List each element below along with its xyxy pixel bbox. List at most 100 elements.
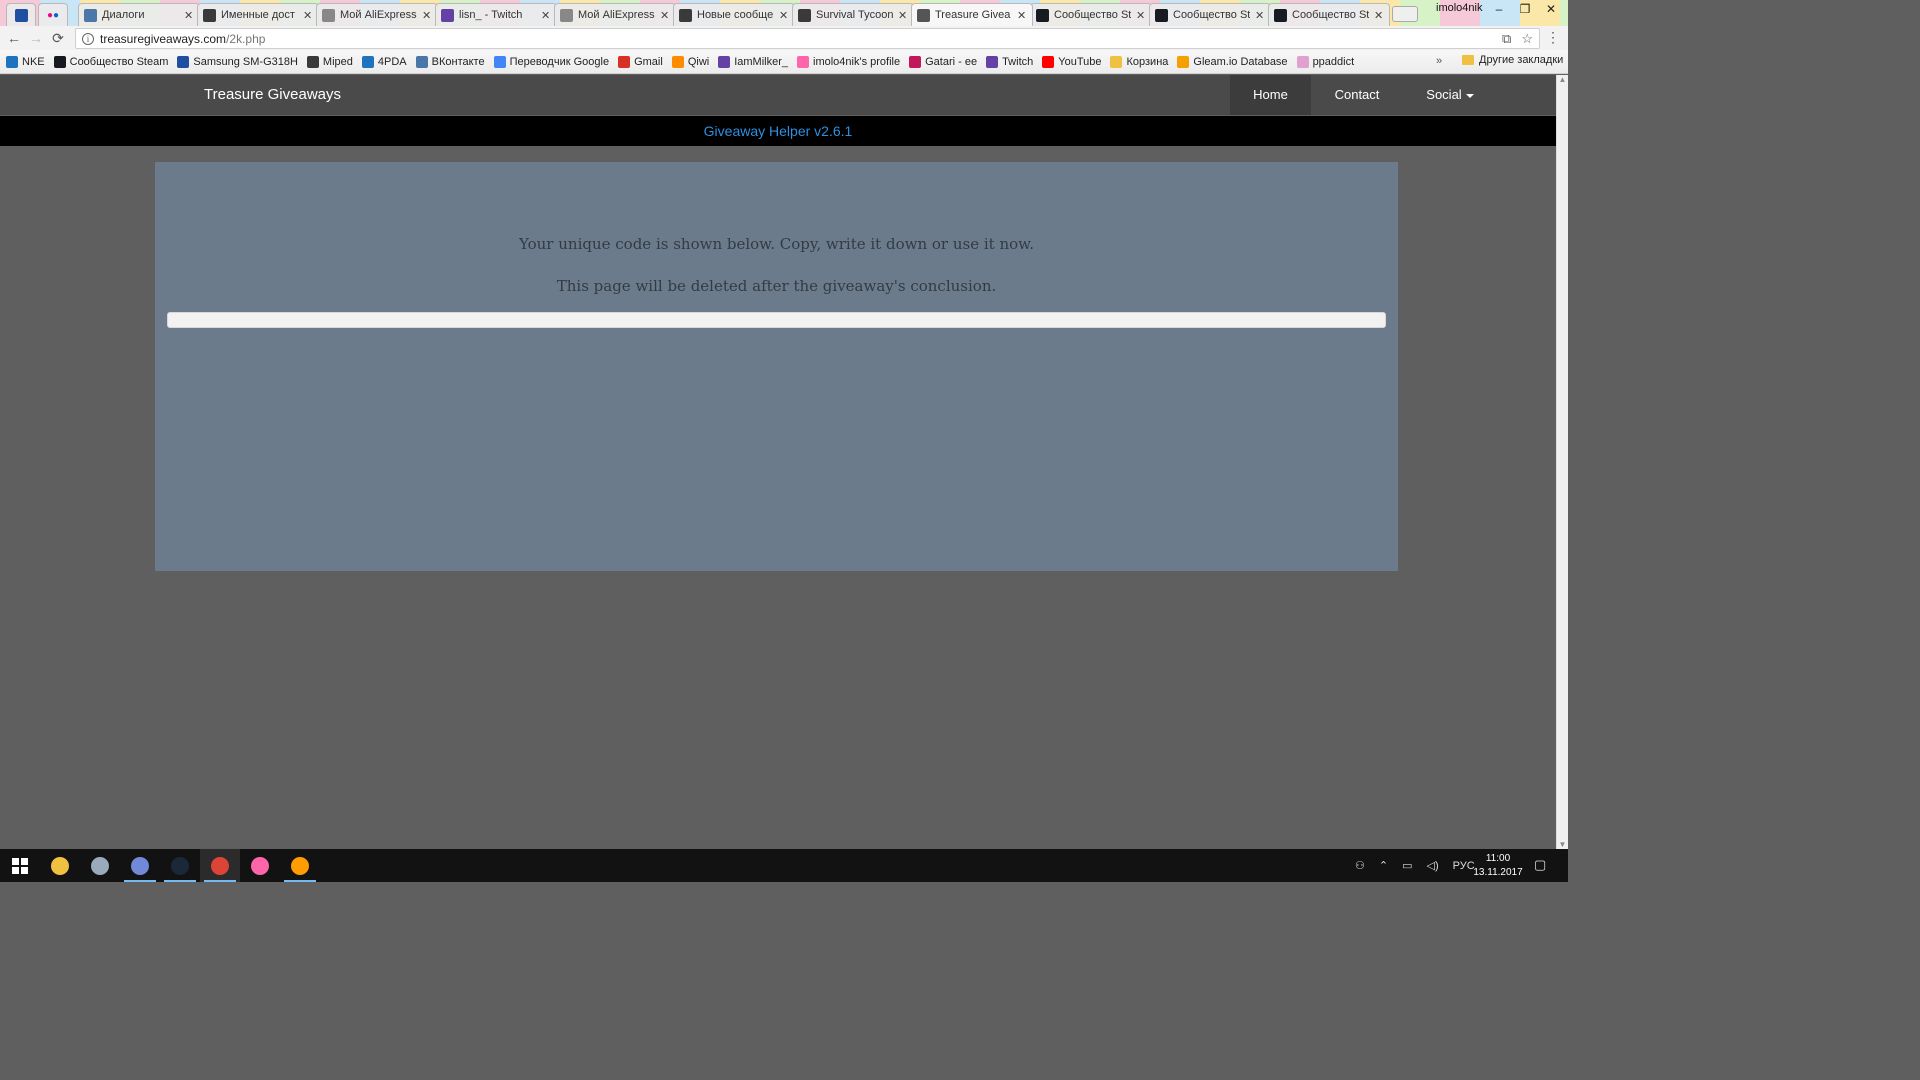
bookmark-favicon bbox=[671, 55, 684, 68]
bookmark-item[interactable]: Gmail bbox=[618, 55, 663, 68]
site-info-icon[interactable]: i bbox=[82, 32, 94, 45]
tab-title: Сообщество St bbox=[1054, 9, 1131, 21]
taskbar-app-app-2[interactable] bbox=[80, 849, 120, 882]
bookmark-item[interactable]: NKE bbox=[6, 55, 45, 68]
browser-tab[interactable]: Мой AliExpress ✕ bbox=[316, 3, 438, 26]
tab-close-icon[interactable]: ✕ bbox=[1255, 9, 1265, 22]
bookmark-label: Переводчик Google bbox=[509, 55, 610, 68]
tab-favicon bbox=[1155, 8, 1168, 22]
nav-home[interactable]: Home bbox=[1230, 75, 1311, 115]
bookmark-item[interactable]: Gleam.io Database bbox=[1177, 55, 1288, 68]
bookmark-favicon bbox=[306, 55, 319, 68]
profile-name[interactable]: imolo4nik bbox=[1436, 2, 1482, 14]
clock[interactable]: 11:00 13.11.2017 bbox=[1468, 852, 1528, 880]
windows-logo-icon bbox=[12, 857, 28, 874]
bookmark-item[interactable]: 4PDA bbox=[361, 55, 407, 68]
bookmark-item[interactable]: Miped bbox=[306, 55, 353, 68]
tab-close-icon[interactable]: ✕ bbox=[422, 9, 432, 22]
flickr-icon: ●● bbox=[46, 9, 60, 21]
maximize-button[interactable]: ❐ bbox=[1514, 2, 1536, 16]
address-bar[interactable]: i treasuregiveaways.com/2k.php ⧉ ☆ bbox=[75, 28, 1540, 49]
bookmark-item[interactable]: ppaddict bbox=[1296, 55, 1354, 68]
browser-tab[interactable]: Мой AliExpress ✕ bbox=[554, 3, 676, 26]
start-button[interactable] bbox=[0, 849, 40, 882]
nav-contact[interactable]: Contact bbox=[1311, 75, 1403, 115]
tab-favicon bbox=[679, 8, 692, 22]
volume-icon[interactable]: ◁) bbox=[1427, 859, 1439, 872]
bookmark-item[interactable]: Переводчик Google bbox=[493, 55, 610, 68]
back-button[interactable]: ← bbox=[3, 30, 25, 46]
bookmark-item[interactable]: Gatari - ee bbox=[909, 55, 978, 68]
tab-favicon bbox=[917, 8, 930, 22]
bookmark-item[interactable]: imolo4nik's profile bbox=[797, 55, 900, 68]
browser-tab[interactable]: Новые сообще ✕ bbox=[673, 3, 795, 26]
tab-close-icon[interactable]: ✕ bbox=[660, 9, 670, 22]
unique-code-field[interactable] bbox=[167, 312, 1386, 328]
tab-favicon bbox=[1274, 8, 1287, 22]
browser-tab[interactable]: Диалоги ✕ bbox=[78, 3, 200, 26]
chrome-icon bbox=[211, 856, 229, 875]
bookmark-label: Gmail bbox=[634, 55, 663, 68]
bookmark-item[interactable]: ВКонтакте bbox=[415, 55, 485, 68]
tab-title: lisn_ - Twitch bbox=[459, 9, 523, 21]
taskbar-app-overwatch[interactable] bbox=[280, 849, 320, 882]
browser-menu-icon[interactable]: ⋮ bbox=[1546, 29, 1560, 46]
scroll-up-icon[interactable]: ▲ bbox=[1557, 75, 1568, 84]
bookmark-item[interactable]: Samsung SM-G318H bbox=[177, 55, 298, 68]
bookmark-label: Gatari - ee bbox=[925, 55, 978, 68]
tab-favicon bbox=[322, 8, 335, 22]
close-window-button[interactable]: ✕ bbox=[1540, 2, 1562, 16]
bookmark-item[interactable]: YouTube bbox=[1042, 55, 1101, 68]
taskbar-app-chrome[interactable] bbox=[200, 849, 240, 882]
people-icon[interactable]: ⚇ bbox=[1355, 859, 1365, 872]
reload-button[interactable]: ⟳ bbox=[47, 30, 69, 47]
minimize-button[interactable]: – bbox=[1488, 2, 1510, 16]
other-bookmarks-folder[interactable]: Другие закладки bbox=[1462, 54, 1563, 66]
network-icon[interactable]: ▭ bbox=[1402, 859, 1412, 872]
tab-close-icon[interactable]: ✕ bbox=[1374, 9, 1384, 22]
tab-close-icon[interactable]: ✕ bbox=[1017, 9, 1027, 22]
tab-close-icon[interactable]: ✕ bbox=[541, 9, 551, 22]
bookmark-label: Miped bbox=[322, 55, 353, 68]
taskbar-app-steam[interactable] bbox=[160, 849, 200, 882]
taskbar-app-discord[interactable] bbox=[120, 849, 160, 882]
tab-close-icon[interactable]: ✕ bbox=[1136, 9, 1146, 22]
pinned-tab-flickr[interactable]: ●● bbox=[38, 3, 68, 26]
tray-overflow-icon[interactable]: ⌃ bbox=[1379, 859, 1388, 872]
action-center-icon[interactable]: ▢ bbox=[1534, 857, 1546, 873]
browser-tab[interactable]: Сообщество St ✕ bbox=[1149, 3, 1271, 26]
browser-tab[interactable]: Сообщество St ✕ bbox=[1030, 3, 1152, 26]
bookmark-item[interactable]: Qiwi bbox=[671, 55, 709, 68]
tab-close-icon[interactable]: ✕ bbox=[779, 9, 789, 22]
bookmark-favicon bbox=[53, 55, 66, 68]
browser-tab[interactable]: lisn_ - Twitch ✕ bbox=[435, 3, 557, 26]
browser-tab[interactable]: Treasure Givea ✕ bbox=[911, 3, 1033, 26]
tab-title: Treasure Givea bbox=[935, 9, 1011, 21]
taskbar-app-osu[interactable] bbox=[240, 849, 280, 882]
site-navbar: Treasure Giveaways Home Contact Social bbox=[0, 75, 1556, 115]
bookmark-star-icon[interactable]: ☆ bbox=[1521, 31, 1533, 47]
new-tab-button[interactable] bbox=[1392, 6, 1418, 22]
translate-icon[interactable]: ⧉ bbox=[1502, 31, 1511, 47]
taskbar-app-explorer[interactable] bbox=[40, 849, 80, 882]
tab-close-icon[interactable]: ✕ bbox=[184, 9, 194, 22]
bookmark-favicon bbox=[618, 55, 631, 68]
bookmark-favicon bbox=[718, 55, 731, 68]
bookmark-item[interactable]: Twitch bbox=[986, 55, 1033, 68]
pinned-tab[interactable] bbox=[6, 3, 36, 26]
bookmarks-overflow-button[interactable]: » bbox=[1436, 55, 1442, 67]
browser-tab[interactable]: Сообщество St ✕ bbox=[1268, 3, 1390, 26]
nav-social-dropdown[interactable]: Social bbox=[1403, 75, 1497, 115]
page-scrollbar[interactable]: ▲ ▼ bbox=[1556, 75, 1568, 849]
browser-tab[interactable]: Survival Tycoon ✕ bbox=[792, 3, 914, 26]
site-brand[interactable]: Treasure Giveaways bbox=[204, 86, 341, 103]
scroll-down-icon[interactable]: ▼ bbox=[1557, 840, 1568, 849]
forward-button[interactable]: → bbox=[25, 30, 47, 46]
bookmark-item[interactable]: Корзина bbox=[1110, 55, 1168, 68]
tab-close-icon[interactable]: ✕ bbox=[303, 9, 313, 22]
osu-icon bbox=[251, 856, 269, 875]
tab-close-icon[interactable]: ✕ bbox=[898, 9, 908, 22]
bookmark-item[interactable]: IamMilker_ bbox=[718, 55, 788, 68]
bookmark-item[interactable]: Сообщество Steam bbox=[53, 55, 168, 68]
browser-tab[interactable]: Именные дост ✕ bbox=[197, 3, 319, 26]
